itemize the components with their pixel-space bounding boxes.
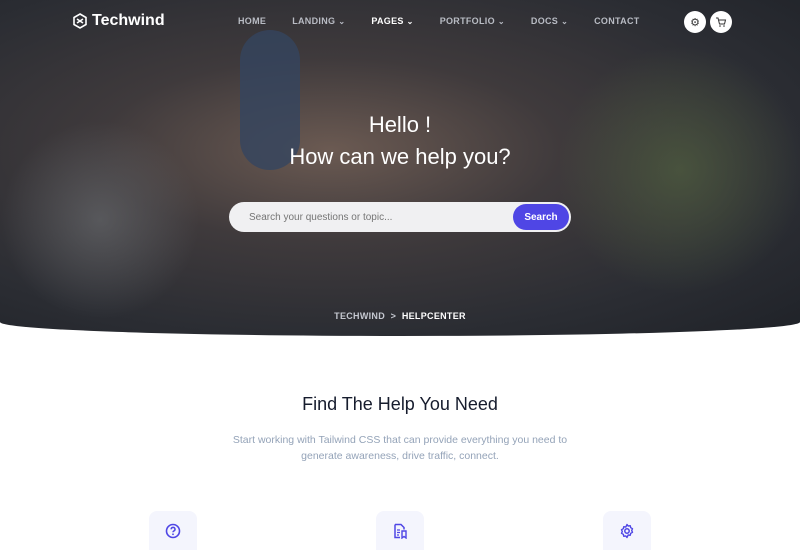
chevron-down-icon: ⌄ — [497, 17, 505, 26]
question-circle-icon — [165, 523, 181, 539]
nav-item-label: CONTACT — [594, 16, 640, 26]
nav-item-label: PAGES — [371, 16, 404, 26]
document-icon — [394, 523, 407, 539]
breadcrumb: TECHWIND > HELPCENTER — [0, 311, 800, 321]
section-title: Find The Help You Need — [302, 394, 498, 414]
breadcrumb-root[interactable]: TECHWIND — [334, 311, 385, 321]
nav-item-home[interactable]: HOME — [238, 16, 266, 26]
navbar: Techwind HOME LANDING ⌄ PAGES ⌄ PORTFOLIO ⌄ DOC… — [0, 0, 800, 44]
settings-button[interactable]: ⚙ — [684, 11, 706, 33]
help-card-settings[interactable] — [603, 511, 651, 550]
breadcrumb-current: HELPCENTER — [401, 311, 466, 321]
nav-item-contact[interactable]: CONTACT — [594, 16, 639, 26]
cart-icon — [716, 17, 727, 27]
chevron-down-icon: ⌄ — [338, 17, 346, 26]
nav-item-landing[interactable]: LANDING ⌄ — [292, 16, 345, 26]
logo-icon — [73, 13, 87, 29]
gear-icon: ⚙ — [690, 16, 700, 29]
section-description: Start working with Tailwind CSS that can… — [232, 434, 568, 462]
logo[interactable]: Techwind — [72, 12, 165, 30]
breadcrumb-separator: > — [390, 311, 397, 321]
hero-title: How can we help you? — [289, 144, 511, 169]
nav-item-label: LANDING — [292, 16, 336, 26]
nav-item-label: DOCS — [530, 16, 559, 26]
nav-item-portfolio[interactable]: PORTFOLIO ⌄ — [440, 16, 505, 26]
chevron-down-icon: ⌄ — [561, 17, 569, 26]
brand-name: Techwind — [92, 12, 165, 29]
nav-item-docs[interactable]: DOCS ⌄ — [531, 16, 568, 26]
search-input[interactable] — [229, 211, 513, 223]
nav-item-label: HOME — [238, 16, 267, 26]
hero-greeting: Hello ! — [368, 112, 432, 137]
main-menu: HOME LANDING ⌄ PAGES ⌄ PORTFOLIO ⌄ DOCS ⌄ CONTACT — [238, 16, 666, 26]
hero-background-foliage — [560, 40, 800, 300]
help-card-faq[interactable] — [149, 511, 197, 550]
search-bar: Search — [229, 202, 571, 232]
chevron-down-icon: ⌄ — [406, 17, 414, 26]
search-button[interactable]: Search — [513, 204, 569, 230]
nav-item-label: PORTFOLIO — [439, 16, 495, 26]
gear-icon — [620, 523, 634, 539]
help-card-docs[interactable] — [376, 511, 424, 550]
nav-item-pages[interactable]: PAGES ⌄ — [371, 16, 413, 26]
cart-button[interactable] — [710, 11, 732, 33]
